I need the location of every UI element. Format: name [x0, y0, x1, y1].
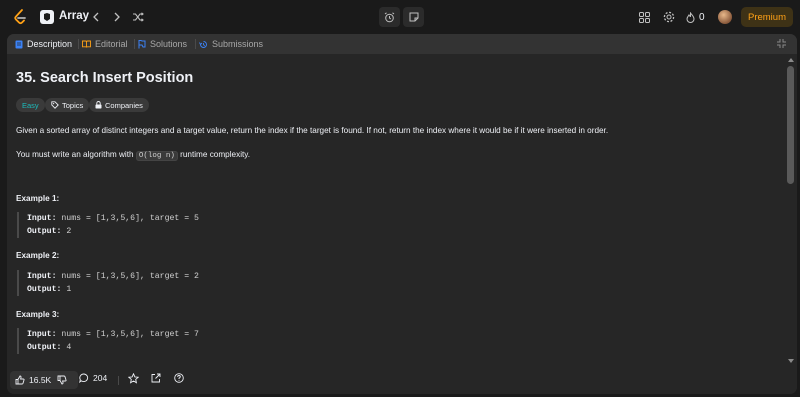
tab-divider: [78, 39, 79, 49]
tab-submissions-label: Submissions: [212, 39, 264, 49]
complexity-requirement: You must write an algorithm with O(log n…: [16, 150, 251, 161]
problem-list-icon[interactable]: [40, 10, 54, 24]
tab-description[interactable]: Description: [15, 37, 72, 51]
timer-button[interactable]: [379, 7, 400, 27]
problem-description: Given a sorted array of distinct integer…: [16, 126, 609, 135]
submissions-icon: [199, 40, 207, 48]
tab-editorial[interactable]: Editorial: [82, 37, 128, 51]
help-question-icon[interactable]: [174, 373, 184, 383]
tab-submissions[interactable]: Submissions: [199, 37, 263, 51]
share-external-icon[interactable]: [151, 373, 161, 383]
example-input: Input: nums = [1,3,5,6], target = 7: [27, 330, 199, 339]
scroll-up-arrow-icon[interactable]: [788, 58, 794, 62]
tab-divider: [134, 39, 135, 49]
example-title: Example 1:: [16, 194, 60, 203]
comments-button[interactable]: 204: [79, 373, 107, 383]
thumbs-up-icon: [15, 375, 25, 385]
example-title: Example 3:: [16, 310, 60, 319]
scroll-thumb[interactable]: [787, 66, 794, 184]
vote-group: 16.5K: [10, 371, 78, 389]
example-block: Input: nums = [1,3,5,6], target = 2 Outp…: [17, 270, 317, 296]
comment-count: 204: [93, 373, 108, 383]
like-count: 16.5K: [29, 375, 52, 385]
editorial-icon: [82, 40, 91, 48]
tab-solutions[interactable]: Solutions: [138, 37, 187, 51]
dislike-button[interactable]: [57, 375, 67, 385]
panel-footer: 16.5K 204: [7, 368, 797, 394]
alarm-clock-icon: [384, 11, 395, 22]
tab-description-label: Description: [27, 39, 73, 49]
premium-button[interactable]: Premium: [741, 7, 793, 27]
favorite-star-icon[interactable]: [128, 373, 139, 384]
example-input: Input: nums = [1,3,5,6], target = 2: [27, 272, 199, 281]
tab-solutions-label: Solutions: [150, 39, 188, 49]
streak-counter[interactable]: 0: [686, 9, 705, 25]
footer-divider: [118, 376, 119, 385]
thumbs-down-icon: [57, 375, 67, 385]
top-navbar: Array 0 Premium: [0, 0, 800, 34]
next-problem-icon[interactable]: [109, 8, 125, 26]
layout-grid-icon[interactable]: [636, 9, 652, 25]
leetcode-logo-icon[interactable]: [12, 8, 28, 26]
scroll-down-arrow-icon[interactable]: [788, 359, 794, 363]
topics-chip[interactable]: Topics: [45, 98, 90, 112]
like-button[interactable]: 16.5K: [10, 375, 51, 385]
comment-bubble-icon: [79, 373, 89, 383]
flame-icon: [686, 11, 695, 23]
example-output: Output: 2: [27, 227, 72, 236]
streak-count: 0: [699, 11, 705, 23]
example-output: Output: 1: [27, 285, 72, 294]
problem-title: 35. Search Insert Position: [16, 70, 194, 86]
tab-divider: [195, 39, 196, 49]
user-avatar[interactable]: [718, 10, 732, 24]
description-icon: [15, 40, 23, 48]
notes-button[interactable]: [403, 7, 424, 27]
tag-icon: [51, 101, 59, 109]
problem-content: 35. Search Insert Position Easy Topics C…: [7, 54, 784, 368]
content-scrollbar[interactable]: [784, 54, 797, 368]
solutions-icon: [138, 39, 146, 48]
complexity-code: O(log n): [135, 151, 178, 161]
shuffle-icon[interactable]: [130, 8, 146, 26]
example-input: Input: nums = [1,3,5,6], target = 5: [27, 214, 199, 223]
expand-panel-icon[interactable]: [776, 38, 787, 49]
description-panel: Description Editorial Solutions Submissi…: [7, 34, 797, 394]
lock-icon: [95, 101, 102, 109]
problem-list-title[interactable]: Array: [59, 10, 89, 22]
difficulty-badge: Easy: [16, 98, 45, 112]
example-title: Example 2:: [16, 251, 60, 260]
previous-problem-icon[interactable]: [88, 8, 104, 26]
settings-gear-icon[interactable]: [661, 9, 677, 25]
tab-editorial-label: Editorial: [95, 39, 128, 49]
example-output: Output: 4: [27, 343, 72, 352]
companies-label: Companies: [105, 100, 143, 110]
companies-chip[interactable]: Companies: [89, 98, 149, 112]
note-icon: [409, 12, 418, 22]
difficulty-label: Easy: [22, 100, 39, 110]
example-block: Input: nums = [1,3,5,6], target = 5 Outp…: [17, 212, 317, 238]
topics-label: Topics: [62, 100, 84, 110]
example-block: Input: nums = [1,3,5,6], target = 7 Outp…: [17, 328, 317, 354]
panel-tabs: Description Editorial Solutions Submissi…: [7, 34, 797, 54]
